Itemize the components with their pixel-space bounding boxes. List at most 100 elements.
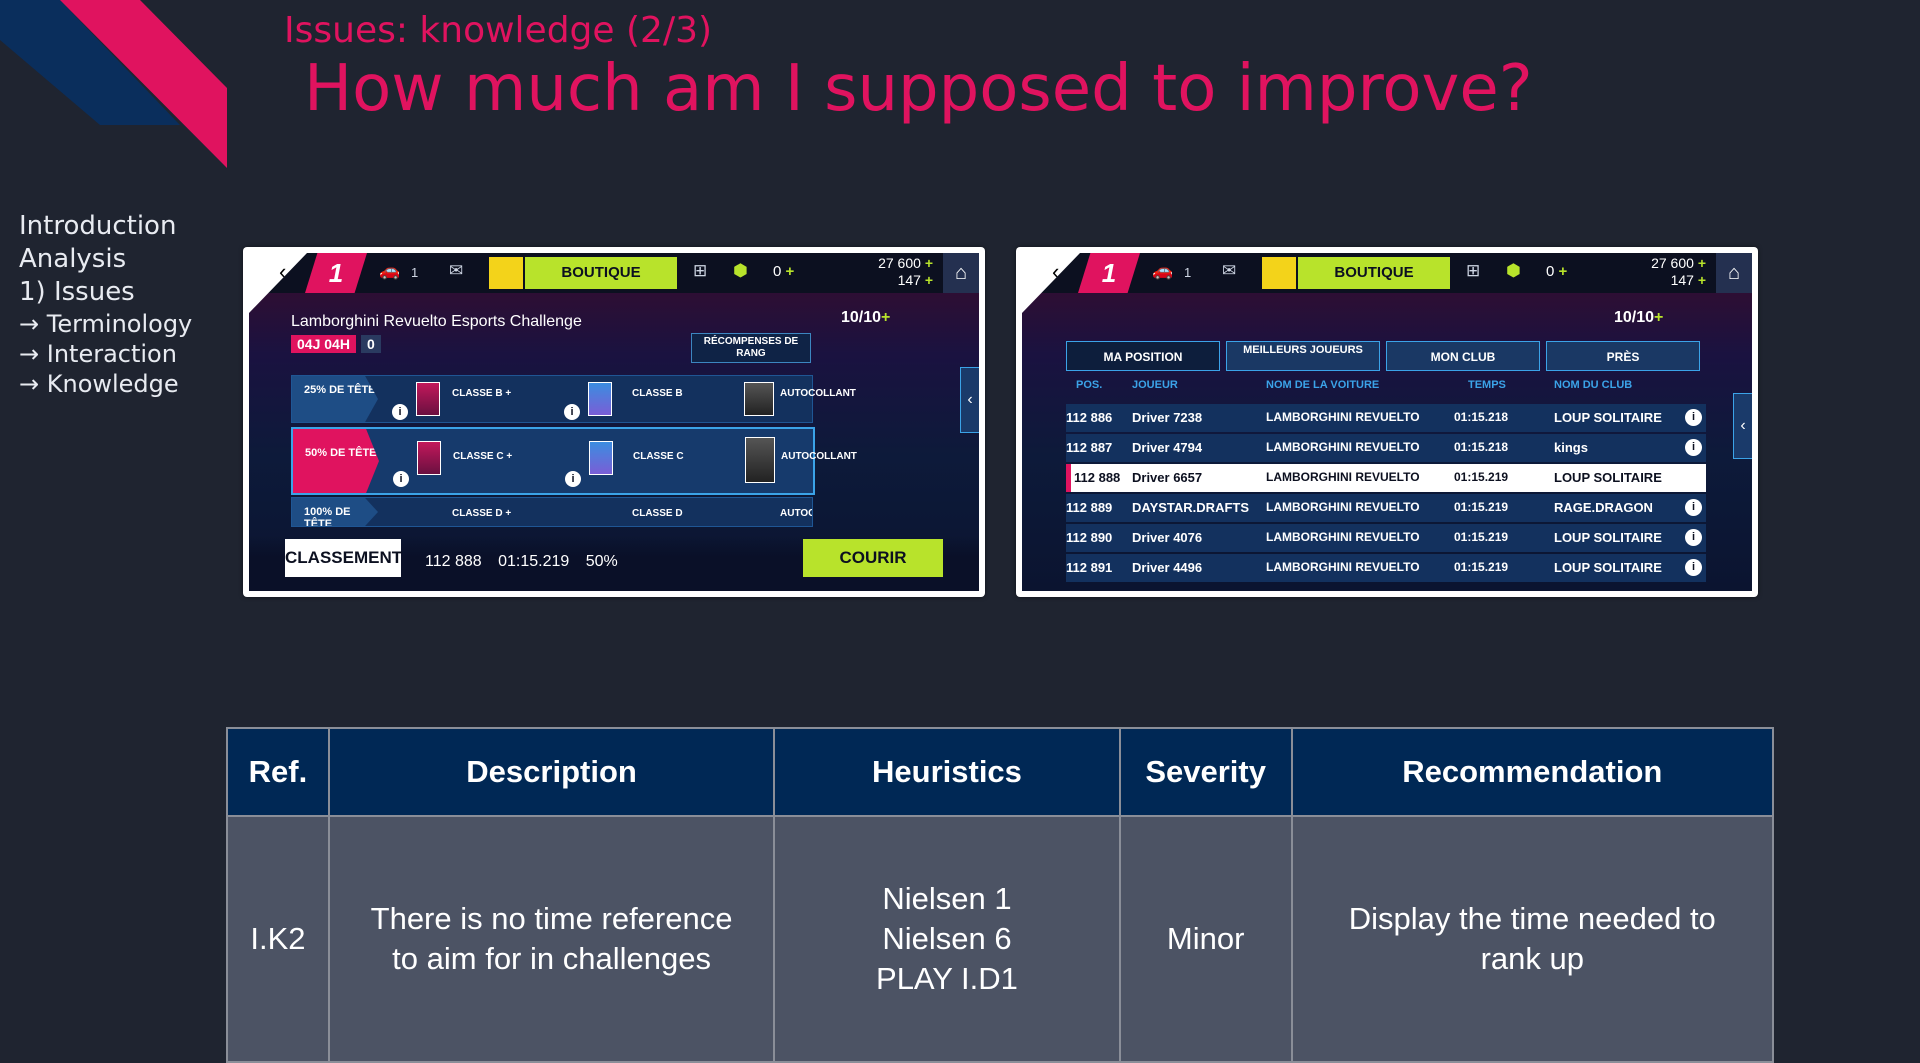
tab-top-players[interactable]: MEILLEURS JOUEURS	[1226, 341, 1380, 371]
col-header-club: NOM DU CLUB	[1554, 379, 1633, 391]
mail-icon[interactable]: ✉	[449, 261, 463, 281]
row-car: LAMBORGHINI REVUELTO	[1266, 410, 1420, 424]
tab-nearby[interactable]: PRÈS	[1546, 341, 1700, 371]
home-button[interactable]: ⌂	[943, 253, 979, 293]
issue-description: There is no time reference to aim for in…	[327, 815, 776, 1063]
side-panel-tab[interactable]: ‹	[960, 367, 979, 433]
col-header-time: TEMPS	[1468, 379, 1506, 391]
car-icon[interactable]: 🚗	[379, 261, 400, 281]
sticker-icon	[744, 382, 774, 416]
token-count[interactable]: 0 +	[773, 263, 794, 280]
row-player: Driver 4794	[1132, 440, 1203, 455]
car-icon[interactable]: 🚗	[1152, 261, 1173, 281]
challenge-name: Lamborghini Revuelto Esports Challenge	[291, 313, 582, 330]
header-recommendation: Recommendation	[1290, 727, 1775, 817]
tab-my-club[interactable]: MON CLUB	[1386, 341, 1540, 371]
nav-item-terminology[interactable]: → Terminology	[19, 309, 192, 339]
sticker-icon	[745, 437, 775, 483]
checklist-icon[interactable]	[489, 257, 523, 289]
leaderboard-row-current-player[interactable]: 112 888 Driver 6657 LAMBORGHINI REVUELTO…	[1066, 464, 1706, 492]
side-panel-tab[interactable]: ‹	[1733, 393, 1752, 459]
nav-item-analysis[interactable]: Analysis	[19, 243, 192, 276]
tickets-display[interactable]: 10/10+	[841, 309, 890, 327]
info-icon[interactable]: i	[1685, 499, 1702, 516]
pack-icon[interactable]: ⊞	[693, 261, 707, 281]
row-pos: 112 890	[1066, 530, 1113, 545]
leaderboard-row[interactable]: 112 886 Driver 7238 LAMBORGHINI REVUELTO…	[1066, 404, 1706, 432]
home-button[interactable]: ⌂	[1716, 253, 1752, 293]
car-count: 1	[411, 265, 419, 280]
challenge-timer: 04J 04H	[291, 335, 356, 353]
info-icon[interactable]: i	[1685, 439, 1702, 456]
row-club: LOUP SOLITAIRE	[1554, 410, 1662, 425]
reward-label: AUTOCOLLANT	[780, 508, 813, 519]
corner-decoration	[0, 0, 227, 168]
header-ref: Ref.	[226, 727, 330, 817]
player-position: 112 888	[425, 553, 482, 570]
issue-row: I.K2 There is no time reference to aim f…	[226, 815, 1775, 1063]
info-icon[interactable]: i	[1685, 529, 1702, 546]
reward-row-selected[interactable]: 50% DE TÊTE i CLASSE C + i CLASSE C AUTO…	[291, 427, 857, 495]
col-header-car: NOM DE LA VOITURE	[1266, 379, 1380, 391]
currency-display[interactable]: 27 600 + 147 +	[827, 255, 933, 289]
card-icon	[588, 382, 612, 416]
nav-item-knowledge[interactable]: → Knowledge	[19, 369, 192, 399]
tickets-display[interactable]: 10/10+	[1614, 309, 1663, 327]
reward-row[interactable]: 25% DE TÊTE i CLASSE B + i CLASSE B AUTO…	[291, 375, 856, 423]
col-header-player: JOUEUR	[1132, 379, 1178, 391]
row-time: 01:15.218	[1454, 440, 1509, 454]
nav-item-interaction[interactable]: → Interaction	[19, 339, 192, 369]
challenge-screenshot: ‹ 1 🚗 1 ✉ BOUTIQUE ⊞ ⬢ 0 + 27 600 + 147 …	[243, 247, 985, 597]
row-time: 01:15.219	[1454, 530, 1509, 544]
token-count[interactable]: 0 +	[1546, 263, 1567, 280]
info-icon[interactable]: i	[392, 404, 408, 420]
info-icon[interactable]: i	[393, 471, 409, 487]
card-icon	[589, 441, 613, 475]
header-severity: Severity	[1118, 727, 1293, 817]
reward-label: CLASSE D +	[452, 508, 512, 519]
player-stats: 112 888 01:15.219 50%	[425, 553, 630, 571]
leaderboard-row[interactable]: 112 887 Driver 4794 LAMBORGHINI REVUELTO…	[1066, 434, 1706, 462]
game-topbar: ‹ 1 🚗 1 ✉ BOUTIQUE ⊞ ⬢ 0 + 27 600 + 147 …	[1022, 253, 1752, 313]
row-pos: 112 888	[1074, 470, 1121, 485]
back-button[interactable]: ‹	[249, 253, 307, 313]
leaderboard-header: POS. JOUEUR NOM DE LA VOITURE TEMPS NOM …	[1066, 377, 1706, 397]
slide-navigation: Introduction Analysis 1) Issues → Termin…	[19, 210, 192, 399]
gems-value: 147	[897, 272, 921, 288]
token-icon: ⬢	[1506, 261, 1521, 280]
leaderboard-button[interactable]: CLASSEMENT	[285, 539, 402, 577]
info-icon[interactable]: i	[1685, 409, 1702, 426]
tab-my-position[interactable]: MA POSITION	[1066, 341, 1220, 371]
reward-label: CLASSE C	[633, 451, 684, 462]
info-icon[interactable]: i	[1685, 559, 1702, 576]
info-icon[interactable]: i	[565, 471, 581, 487]
nav-item-introduction[interactable]: Introduction	[19, 210, 192, 243]
nav-item-issues[interactable]: 1) Issues	[19, 276, 192, 309]
row-pos: 112 887	[1066, 440, 1113, 455]
tickets-value: 10/10	[841, 309, 882, 326]
info-icon[interactable]: i	[564, 404, 580, 420]
issue-table: Ref. Description Heuristics Severity Rec…	[226, 727, 1775, 1063]
checklist-icon[interactable]	[1262, 257, 1296, 289]
shop-button[interactable]: BOUTIQUE	[1298, 257, 1450, 289]
pack-icon[interactable]: ⊞	[1466, 261, 1480, 281]
header-description: Description	[327, 727, 776, 817]
row-pos: 112 891	[1066, 560, 1113, 575]
rank-rewards-tab[interactable]: RÉCOMPENSES DE RANG	[691, 333, 811, 363]
run-button[interactable]: COURIR	[803, 539, 943, 577]
leaderboard-row[interactable]: 112 891 Driver 4496 LAMBORGHINI REVUELTO…	[1066, 554, 1706, 582]
row-player: DAYSTAR.DRAFTS	[1132, 500, 1250, 515]
row-club: LOUP SOLITAIRE	[1554, 470, 1662, 485]
mail-icon[interactable]: ✉	[1222, 261, 1236, 281]
currency-display[interactable]: 27 600 + 147 +	[1600, 255, 1706, 289]
reward-row[interactable]: 100% DE TÊTE CLASSE D + CLASSE D AUTOCOL…	[291, 497, 813, 527]
shop-button[interactable]: BOUTIQUE	[525, 257, 677, 289]
back-button[interactable]: ‹	[1022, 253, 1080, 313]
leaderboard-row[interactable]: 112 889 DAYSTAR.DRAFTS LAMBORGHINI REVUE…	[1066, 494, 1706, 522]
credits-value: 27 600	[1651, 255, 1694, 271]
tier-label: 50% DE TÊTE	[293, 429, 379, 493]
card-icon	[416, 382, 440, 416]
heuristic-item: Nielsen 1	[882, 881, 1012, 916]
leaderboard-row[interactable]: 112 890 Driver 4076 LAMBORGHINI REVUELTO…	[1066, 524, 1706, 552]
slide-subtitle: Issues: knowledge (2/3)	[284, 10, 713, 51]
